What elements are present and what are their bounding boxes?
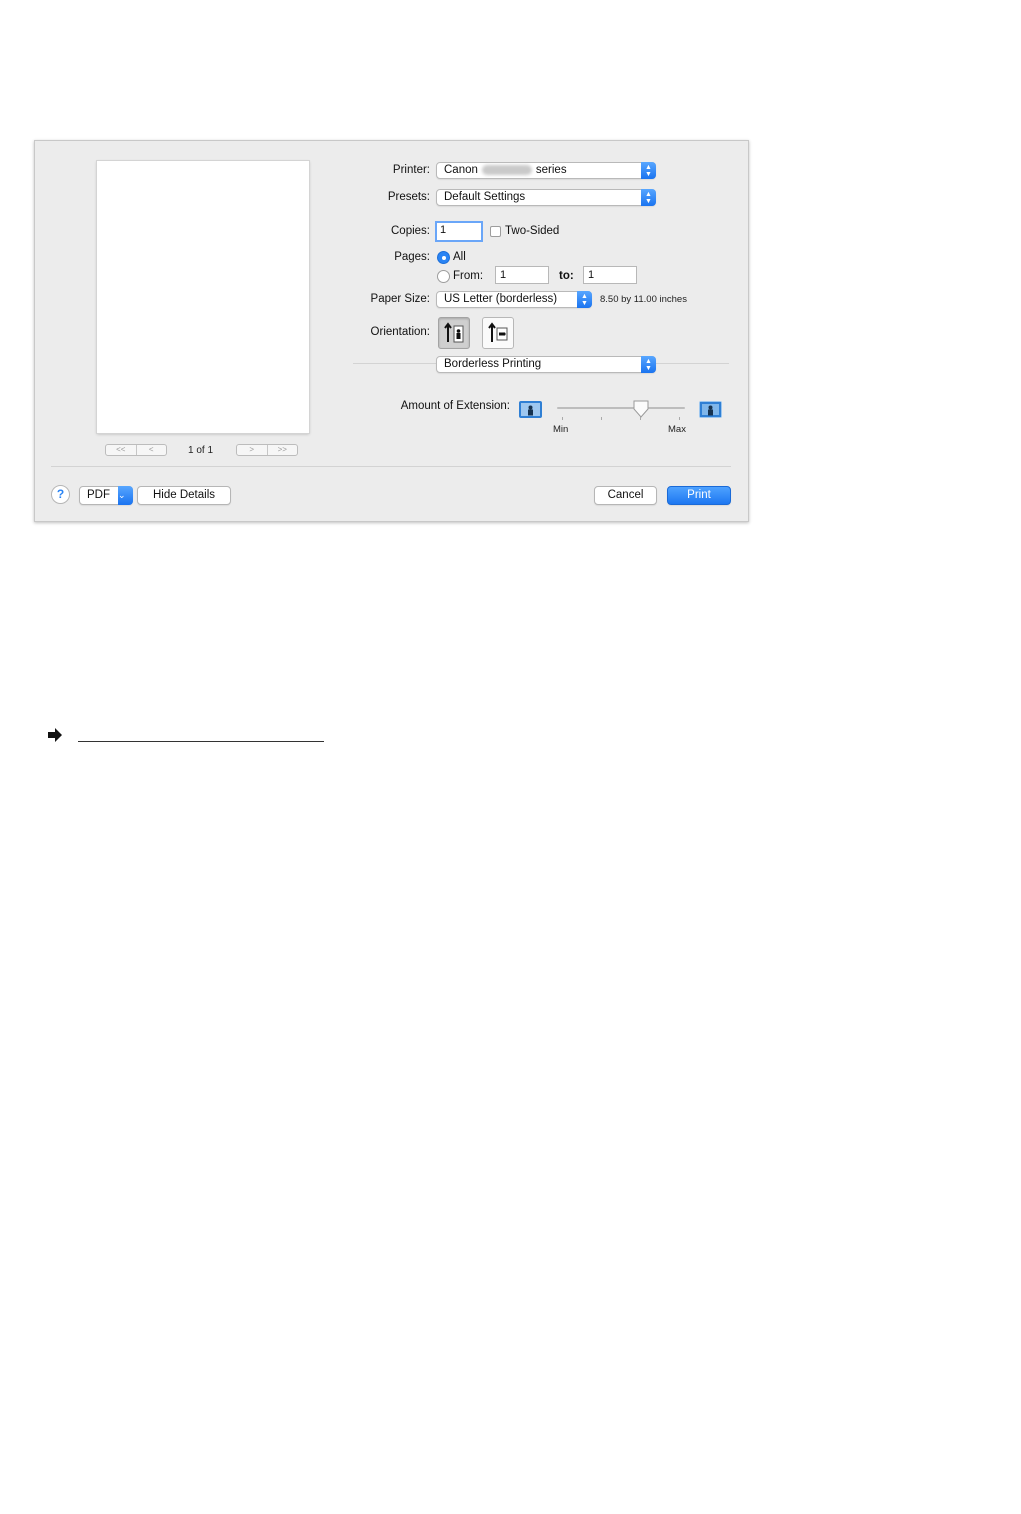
slider-tick [601,417,602,420]
pdf-label: PDF [87,489,110,501]
printer-label: Printer: [392,164,430,176]
two-sided-checkbox[interactable] [490,226,501,237]
page-preview [97,161,309,433]
pages-from-radio[interactable] [437,270,450,283]
portrait-orientation-button[interactable] [438,317,470,349]
updown-arrows-icon: ▲ ▼ [641,356,656,373]
pdf-menu-button[interactable]: PDF ⌄ [79,486,133,505]
printer-name-prefix: Canon [444,164,478,176]
print-dialog: << < 1 of 1 > >> Printer: Canon series ▲ ▼… [34,140,749,522]
footer-separator [51,466,731,467]
pages-from-field[interactable]: 1 [495,266,549,284]
link-underline[interactable] [78,741,324,742]
chevron-down-icon: ⌄ [118,486,133,505]
presets-select[interactable]: Default Settings ▲ ▼ [436,189,656,206]
two-sided-label: Two-Sided [505,225,560,237]
redacted-model [481,164,532,175]
pages-to-label: to: [559,270,574,282]
updown-arrows-icon: ▲ ▼ [641,189,656,206]
slider-min-label: Min [553,424,569,435]
printer-name-suffix: series [535,164,567,176]
copies-field[interactable]: 1 [435,221,483,242]
copies-label: Copies: [391,225,430,237]
pages-all-radio[interactable] [437,251,450,264]
extension-slider-track[interactable] [557,407,685,409]
hide-details-button[interactable]: Hide Details [137,486,231,505]
pages-from-label: From: [453,270,484,282]
help-button[interactable]: ? [51,485,70,504]
presets-label: Presets: [387,191,430,203]
page-count: 1 of 1 [188,445,214,456]
updown-arrows-icon: ▲ ▼ [641,162,656,179]
landscape-icon [488,322,508,342]
first-page-button[interactable]: << [106,445,136,455]
panel-select-value: Borderless Printing [444,358,542,370]
paper-dimensions: 8.50 by 11.00 inches [600,294,687,305]
max-extension-icon [699,401,722,418]
portrait-icon [444,322,464,343]
extension-label: Amount of Extension: [400,400,510,412]
pages-all-label: All [453,251,466,263]
paper-size-value: US Letter (borderless) [444,293,558,305]
pages-label: Pages: [394,251,430,263]
pager-back-group: << < [105,444,167,456]
cancel-button[interactable]: Cancel [594,486,657,505]
min-extension-icon [519,401,542,418]
arrow-right-icon [48,728,62,742]
printer-select[interactable]: Canon series ▲ ▼ [436,162,656,179]
orientation-label: Orientation: [370,326,430,338]
pages-to-field[interactable]: 1 [583,266,637,284]
pager-forward-group: > >> [236,444,298,456]
landscape-orientation-button[interactable] [482,317,514,349]
last-page-button[interactable]: >> [266,445,298,455]
previous-page-button[interactable]: < [135,445,167,455]
slider-tick [562,417,563,420]
print-button[interactable]: Print [667,486,731,505]
paper-size-select[interactable]: US Letter (borderless) ▲ ▼ [436,291,592,308]
updown-arrows-icon: ▲ ▼ [577,291,592,308]
slider-tick [679,417,680,420]
slider-max-label: Max [668,424,686,435]
next-page-button[interactable]: > [237,445,267,455]
paper-size-label: Paper Size: [370,293,430,305]
panel-select[interactable]: Borderless Printing ▲ ▼ [436,356,656,373]
extension-slider-thumb[interactable] [633,400,649,418]
slider-tick [640,417,641,420]
presets-value: Default Settings [444,191,526,203]
